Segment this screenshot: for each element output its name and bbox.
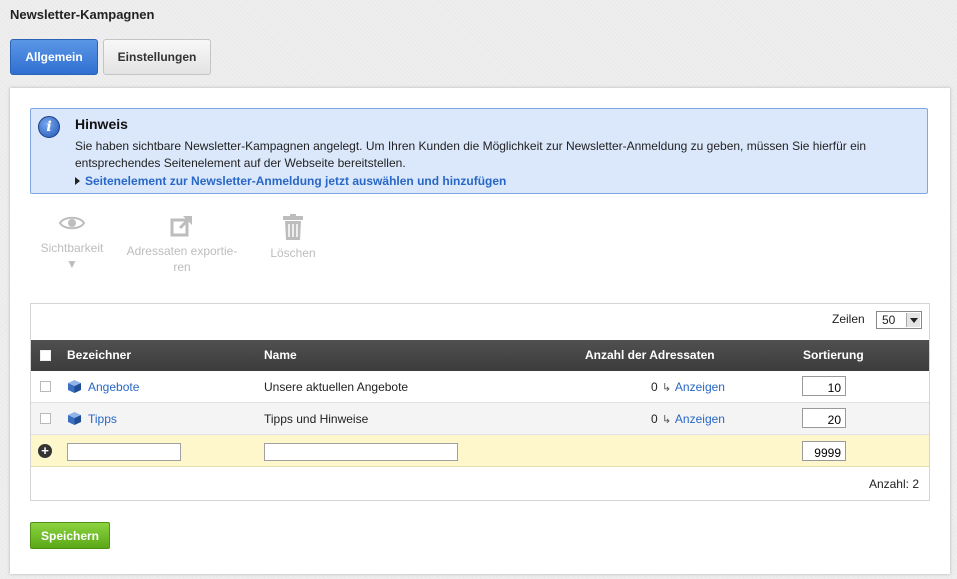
show-recipients-link[interactable]: Anzeigen — [675, 412, 725, 426]
table-row: Angebote Unsere aktuellen Angebote 0 ↳ A… — [31, 371, 929, 403]
show-recipients-link[interactable]: Anzeigen — [675, 380, 725, 394]
campaign-name: Tipps und Hinweise — [264, 412, 369, 426]
campaign-name: Unsere aktuellen Angebote — [264, 380, 409, 394]
visibility-label: Sichtbarkeit — [40, 241, 104, 255]
arrow-right-icon: ↳ — [662, 414, 672, 426]
delete-action[interactable]: Löschen — [262, 214, 324, 261]
new-entry-row: + — [31, 435, 929, 467]
campaign-box-icon — [68, 412, 81, 425]
export-recipients-action[interactable]: Adressaten exportie-ren — [120, 214, 244, 275]
column-header-recipients[interactable]: Anzahl der Adressaten — [585, 348, 715, 362]
recipient-count-value: 0 — [651, 380, 658, 394]
new-identifier-input[interactable] — [67, 443, 181, 461]
save-button[interactable]: Speichern — [30, 522, 110, 549]
campaign-link[interactable]: Angebote — [88, 380, 139, 394]
notice-text: Sie haben sichtbare Newsletter-Kampagnen… — [75, 139, 867, 170]
table-header: Bezeichner Name Anzahl der Adressaten So… — [31, 340, 929, 371]
triangle-right-icon — [75, 177, 80, 185]
new-sort-order-input[interactable] — [802, 441, 846, 461]
recipient-count: 0 ↳ Anzeigen — [651, 412, 725, 426]
add-icon[interactable]: + — [38, 444, 52, 458]
row-checkbox[interactable] — [40, 413, 51, 424]
rows-per-page-value: 50 — [882, 313, 896, 327]
rows-label: Zeilen — [832, 312, 865, 326]
notice-title: Hinweis — [75, 116, 128, 132]
column-header-sort[interactable]: Sortierung — [803, 348, 864, 362]
info-icon: i — [38, 116, 60, 138]
page-title: Newsletter-Kampagnen — [10, 7, 155, 22]
sort-order-input[interactable] — [802, 376, 846, 396]
main-panel: i Hinweis Sie haben sichtbare Newsletter… — [10, 88, 950, 574]
visibility-action[interactable]: Sichtbarkeit ▼ — [38, 214, 106, 272]
campaign-list: Zeilen 50 Bezeichner Name Anzahl der Adr… — [30, 303, 930, 501]
campaign-box-icon — [68, 380, 81, 393]
row-checkbox[interactable] — [40, 381, 51, 392]
tab-allgemein[interactable]: Allgemein — [10, 39, 98, 75]
new-name-input[interactable] — [264, 443, 458, 461]
select-all-checkbox[interactable] — [40, 350, 51, 361]
recipient-count-value: 0 — [651, 412, 658, 426]
recipient-count: 0 ↳ Anzeigen — [651, 380, 725, 394]
campaign-link[interactable]: Tipps — [88, 412, 117, 426]
chevron-down-icon: ▼ — [66, 257, 78, 271]
row-count: Anzahl: 2 — [868, 477, 919, 491]
arrow-right-icon: ↳ — [662, 382, 672, 394]
eye-icon — [59, 216, 85, 230]
tab-einstellungen[interactable]: Einstellungen — [103, 39, 211, 75]
chevron-down-icon — [906, 313, 920, 327]
column-header-name[interactable]: Name — [264, 348, 297, 362]
sort-order-input[interactable] — [802, 408, 846, 428]
table-row: Tipps Tipps und Hinweise 0 ↳ Anzeigen — [31, 403, 929, 435]
export-icon — [170, 215, 193, 237]
column-header-bezeichner[interactable]: Bezeichner — [67, 348, 131, 362]
export-label: Adressaten exportie-ren — [126, 244, 238, 274]
notice-box: i Hinweis Sie haben sichtbare Newsletter… — [30, 108, 928, 194]
rows-per-page-select[interactable]: 50 — [876, 311, 922, 329]
trash-icon — [283, 214, 303, 240]
notice-link-row: Seitenelement zur Newsletter-Anmeldung j… — [75, 174, 506, 188]
delete-label: Löschen — [270, 246, 316, 260]
add-signup-element-link[interactable]: Seitenelement zur Newsletter-Anmeldung j… — [85, 174, 506, 188]
